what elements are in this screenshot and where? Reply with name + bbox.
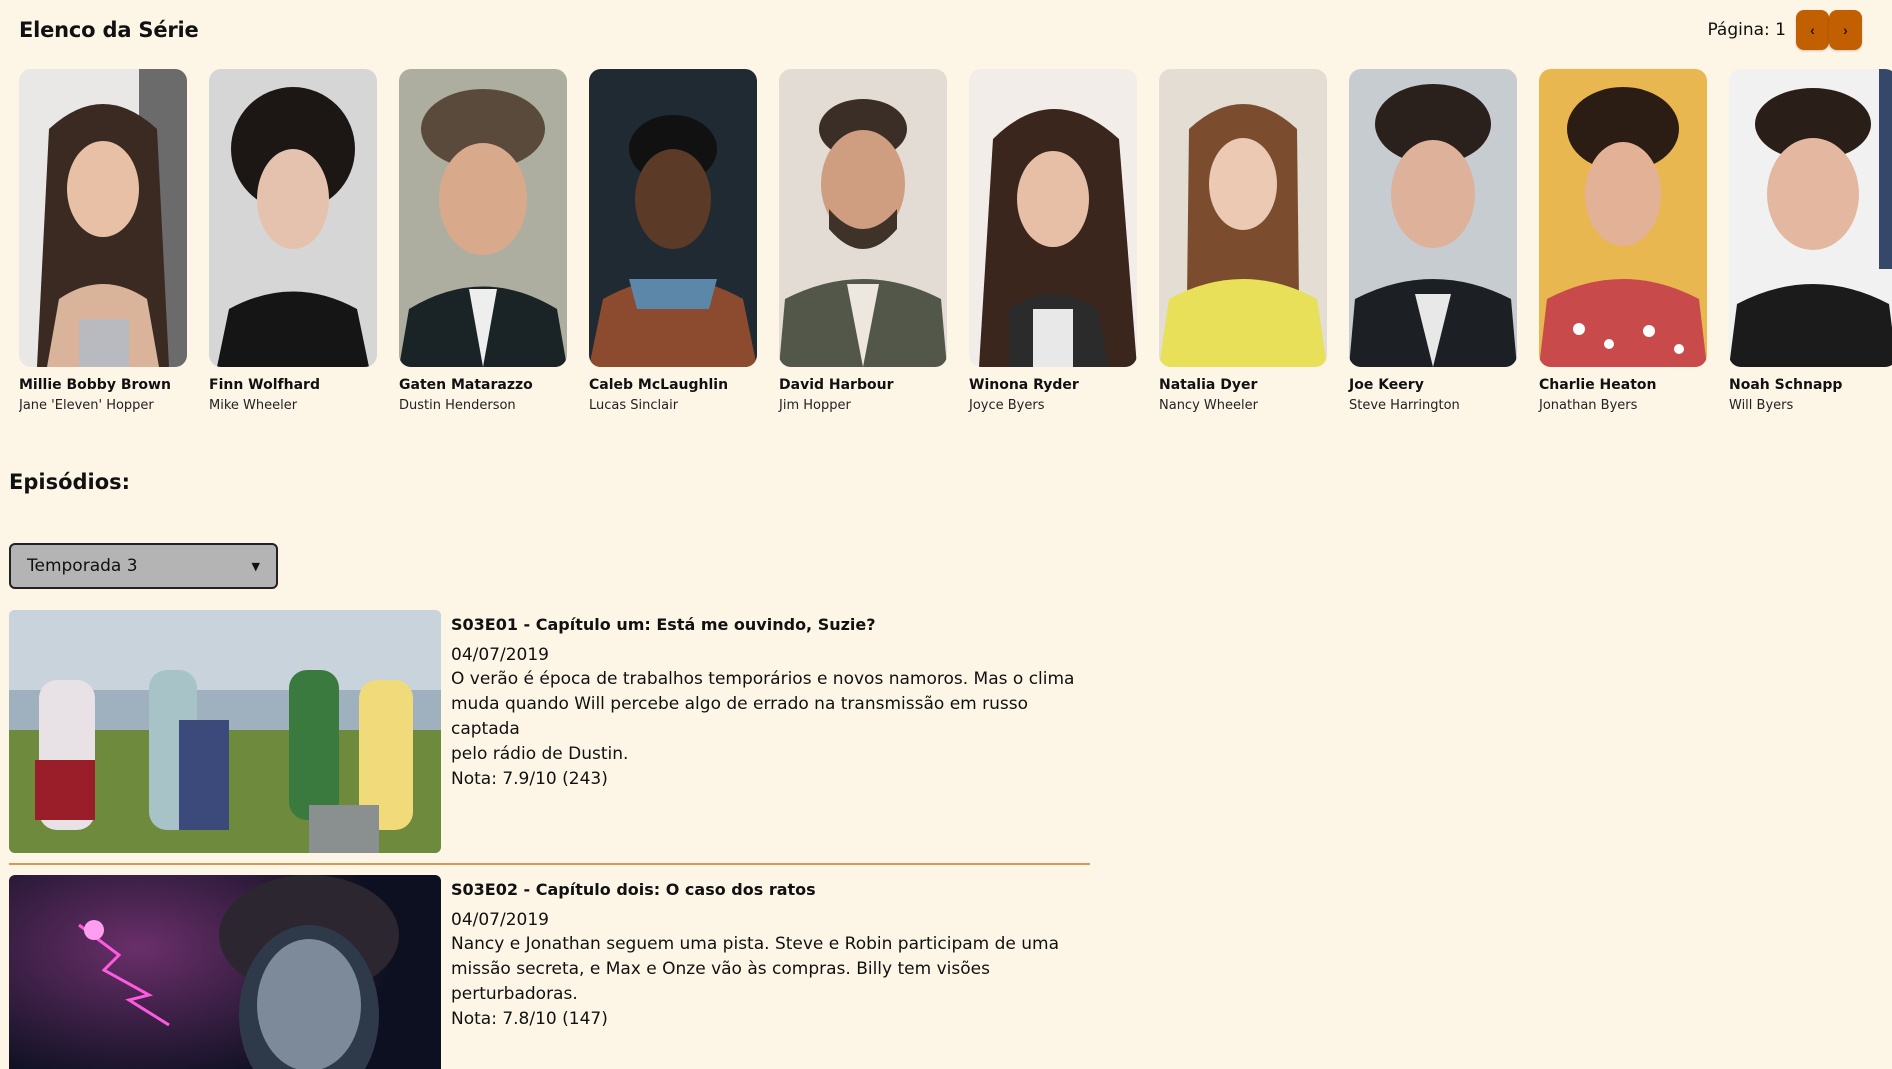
cast-card[interactable]: Finn Wolfhard Mike Wheeler bbox=[209, 69, 377, 419]
episode-description-line: muda quando Will percebe algo de errado … bbox=[451, 694, 1028, 739]
cast-card[interactable]: Joe Keery Steve Harrington bbox=[1349, 69, 1517, 419]
season-select[interactable]: Temporada 3 ▼ bbox=[9, 543, 278, 589]
episode-title: S03E01 - Capítulo um: Está me ouvindo, S… bbox=[451, 615, 876, 634]
cast-name: Finn Wolfhard bbox=[209, 377, 320, 393]
season-select-value: Temporada 3 bbox=[27, 556, 138, 576]
cast-photo bbox=[1349, 69, 1517, 367]
cast-name: Charlie Heaton bbox=[1539, 377, 1657, 393]
cast-photo bbox=[589, 69, 757, 367]
cast-name: Millie Bobby Brown bbox=[19, 377, 171, 393]
episode-info: S03E01 - Capítulo um: Está me ouvindo, S… bbox=[451, 614, 1091, 792]
episode-info: S03E02 - Capítulo dois: O caso dos ratos… bbox=[451, 879, 1091, 1032]
cast-name: Noah Schnapp bbox=[1729, 377, 1843, 393]
episode-rating: Nota: 7.8/10 (147) bbox=[451, 1009, 608, 1029]
episode-divider bbox=[9, 863, 1090, 865]
episode-date: 04/07/2019 bbox=[451, 910, 549, 930]
cast-card[interactable]: Millie Bobby Brown Jane 'Eleven' Hopper bbox=[19, 69, 187, 419]
cast-header: Elenco da Série Página: 1 ‹ › bbox=[19, 8, 1862, 52]
episode-item[interactable]: S03E01 - Capítulo um: Está me ouvindo, S… bbox=[9, 610, 1090, 854]
cast-role: Steve Harrington bbox=[1349, 398, 1460, 413]
cast-role: Lucas Sinclair bbox=[589, 398, 679, 413]
cast-role: Mike Wheeler bbox=[209, 398, 298, 413]
episode-thumbnail bbox=[9, 875, 441, 1069]
next-page-button[interactable]: › bbox=[1829, 10, 1862, 50]
cast-name: Joe Keery bbox=[1349, 377, 1424, 393]
cast-card[interactable]: Natalia Dyer Nancy Wheeler bbox=[1159, 69, 1327, 419]
cast-photo bbox=[1729, 69, 1892, 367]
cast-photo bbox=[969, 69, 1137, 367]
episode-description-line: missão secreta, e Max e Onze vão às comp… bbox=[451, 959, 990, 1004]
cast-name: Gaten Matarazzo bbox=[399, 377, 533, 393]
cast-card[interactable]: David Harbour Jim Hopper bbox=[779, 69, 947, 419]
episode-thumbnail bbox=[9, 610, 441, 853]
cast-card[interactable]: Winona Ryder Joyce Byers bbox=[969, 69, 1137, 419]
cast-role: Will Byers bbox=[1729, 398, 1794, 413]
cast-photo bbox=[19, 69, 187, 367]
cast-name: David Harbour bbox=[779, 377, 894, 393]
chevron-left-icon: ‹ bbox=[1810, 22, 1815, 38]
series-page: Elenco da Série Página: 1 ‹ › Millie Bob… bbox=[0, 0, 1892, 1069]
cast-photo bbox=[399, 69, 567, 367]
cast-role: Jane 'Eleven' Hopper bbox=[19, 398, 154, 413]
cast-name: Winona Ryder bbox=[969, 377, 1079, 393]
cast-card[interactable]: Noah Schnapp Will Byers bbox=[1729, 69, 1892, 419]
chevron-down-icon: ▼ bbox=[251, 559, 260, 573]
episode-description-line: Nancy e Jonathan seguem uma pista. Steve… bbox=[451, 934, 1060, 954]
cast-name: Natalia Dyer bbox=[1159, 377, 1258, 393]
chevron-right-icon: › bbox=[1843, 22, 1848, 38]
prev-page-button[interactable]: ‹ bbox=[1796, 10, 1829, 50]
page-indicator: Página: 1 bbox=[1707, 20, 1786, 40]
cast-photo bbox=[779, 69, 947, 367]
cast-photo bbox=[1539, 69, 1707, 367]
cast-name: Caleb McLaughlin bbox=[589, 377, 729, 393]
cast-card[interactable]: Caleb McLaughlin Lucas Sinclair bbox=[589, 69, 757, 419]
episode-title: S03E02 - Capítulo dois: O caso dos ratos bbox=[451, 880, 816, 899]
episodes-section-title: Episódios: bbox=[9, 470, 131, 494]
cast-role: Jonathan Byers bbox=[1539, 398, 1638, 413]
episode-item[interactable]: S03E02 - Capítulo dois: O caso dos ratos… bbox=[9, 875, 1090, 1069]
cast-card[interactable]: Gaten Matarazzo Dustin Henderson bbox=[399, 69, 567, 419]
cast-role: Dustin Henderson bbox=[399, 398, 516, 413]
episode-rating: Nota: 7.9/10 (243) bbox=[451, 769, 608, 789]
cast-pager: Página: 1 ‹ › bbox=[1707, 10, 1862, 50]
cast-role: Nancy Wheeler bbox=[1159, 398, 1258, 413]
cast-role: Joyce Byers bbox=[969, 398, 1045, 413]
cast-section-title: Elenco da Série bbox=[19, 18, 199, 42]
episode-description-line: pelo rádio de Dustin. bbox=[451, 744, 629, 764]
cast-role: Jim Hopper bbox=[779, 398, 851, 413]
episode-date: 04/07/2019 bbox=[451, 645, 549, 665]
episode-description-line: O verão é época de trabalhos temporários… bbox=[451, 669, 1075, 689]
cast-photo bbox=[209, 69, 377, 367]
cast-photo bbox=[1159, 69, 1327, 367]
cast-card[interactable]: Charlie Heaton Jonathan Byers bbox=[1539, 69, 1707, 419]
cast-list: Millie Bobby Brown Jane 'Eleven' Hopper … bbox=[19, 69, 1892, 419]
